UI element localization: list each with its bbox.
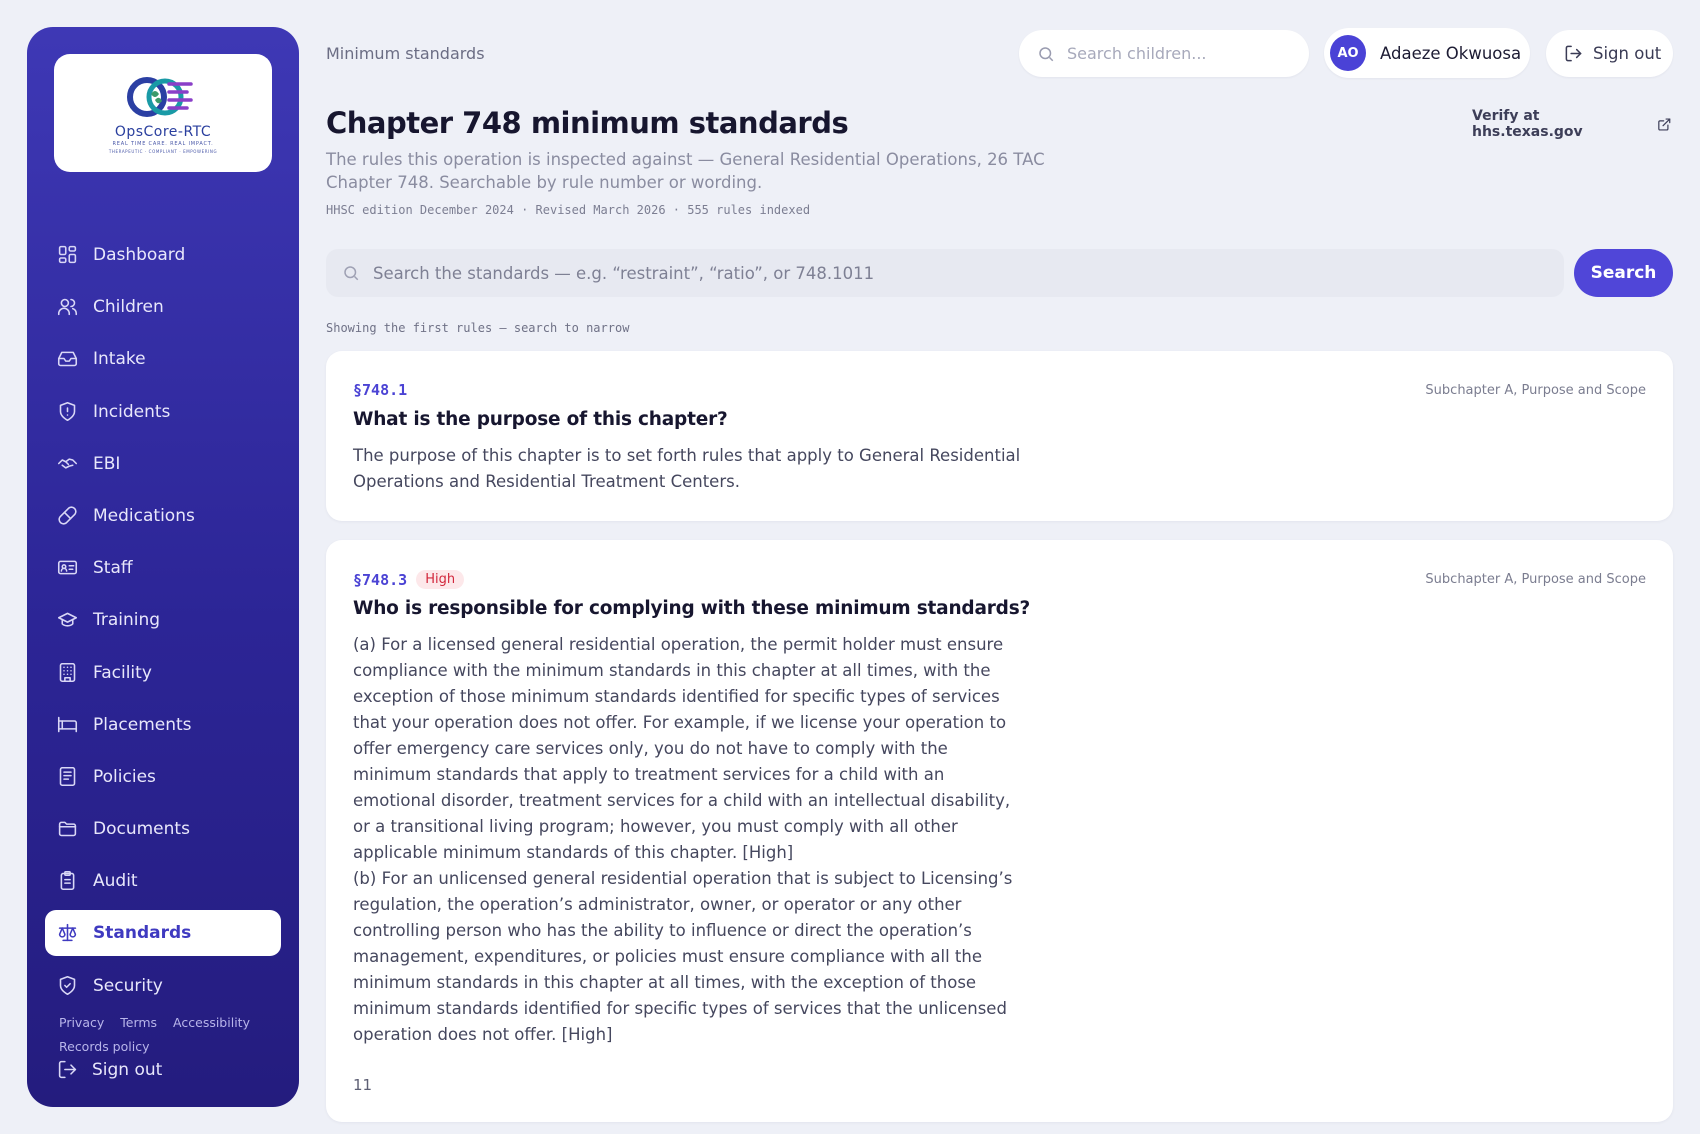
graduation-cap-icon bbox=[57, 609, 79, 631]
rule-number[interactable]: §748.3 bbox=[353, 571, 407, 589]
rule-body-part-a: (a) For a licensed general residential o… bbox=[353, 635, 1011, 862]
privacy-link[interactable]: Privacy bbox=[59, 1015, 104, 1030]
dashboard-icon bbox=[57, 244, 79, 266]
folder-icon bbox=[57, 818, 79, 840]
rule-subchapter: Subchapter A, Purpose and Scope bbox=[1425, 383, 1646, 398]
sidebar: OpsCore-RTC REAL TIME CARE. REAL IMPACT.… bbox=[27, 27, 299, 1107]
sidebar-item-label: Training bbox=[93, 610, 161, 631]
results-hint: Showing the first rules — search to narr… bbox=[326, 321, 630, 335]
rule-body: (a) For a licensed general residential o… bbox=[353, 632, 1013, 1048]
sidebar-item-label: Children bbox=[93, 297, 164, 318]
standards-search[interactable] bbox=[326, 249, 1564, 297]
verify-link-label: Verify at hhs.texas.gov bbox=[1472, 108, 1583, 140]
sidebar-item-facility[interactable]: Facility bbox=[45, 650, 281, 696]
rule-title: Who is responsible for complying with th… bbox=[353, 598, 1031, 619]
sidebar-item-label: EBI bbox=[93, 453, 121, 474]
users-icon bbox=[57, 296, 79, 318]
sidebar-item-dashboard[interactable]: Dashboard bbox=[45, 232, 281, 278]
sidebar-item-label: Incidents bbox=[93, 401, 171, 422]
handshake-icon bbox=[57, 453, 79, 475]
sidebar-item-label: Policies bbox=[93, 766, 156, 787]
sidebar-item-ebi[interactable]: EBI bbox=[45, 441, 281, 487]
clipboard-icon bbox=[57, 870, 79, 892]
avatar: AO bbox=[1330, 35, 1366, 71]
rule-body: The purpose of this chapter is to set fo… bbox=[353, 446, 1021, 491]
sidebar-item-children[interactable]: Children bbox=[45, 284, 281, 330]
sign-out-icon bbox=[1565, 45, 1582, 62]
search-button[interactable]: Search bbox=[1574, 249, 1673, 297]
search-icon bbox=[344, 266, 359, 281]
sidebar-nav: Dashboard Children Intake Incidents EBI … bbox=[45, 232, 281, 1015]
sidebar-item-staff[interactable]: Staff bbox=[45, 545, 281, 591]
sidebar-item-standards[interactable]: Standards bbox=[45, 910, 281, 957]
sidebar-item-audit[interactable]: Audit bbox=[45, 858, 281, 904]
sidebar-item-label: Medications bbox=[93, 505, 195, 526]
sidebar-item-placements[interactable]: Placements bbox=[45, 702, 281, 748]
sidebar-item-label: Facility bbox=[93, 662, 152, 683]
page-description: The rules this operation is inspected ag… bbox=[326, 150, 1045, 192]
sidebar-item-label: Staff bbox=[93, 558, 133, 579]
breadcrumb: Minimum standards bbox=[326, 44, 485, 63]
user-menu[interactable]: AO Adaeze Okwuosa bbox=[1324, 28, 1530, 78]
sidebar-item-training[interactable]: Training bbox=[45, 597, 281, 643]
rule-footnote: 11 bbox=[353, 1076, 373, 1094]
sidebar-item-label: Security bbox=[93, 975, 163, 996]
severity-badge: High bbox=[416, 570, 465, 589]
brand-subtagline: THERAPEUTIC · COMPLIANT · EMPOWERING bbox=[108, 149, 218, 154]
sign-out-icon bbox=[58, 1060, 77, 1079]
sidebar-item-label: Intake bbox=[93, 349, 146, 370]
sidebar-footer-links: Privacy Terms Accessibility Records poli… bbox=[59, 1011, 279, 1059]
rule-header: §748.3 High bbox=[353, 570, 465, 589]
bed-icon bbox=[57, 714, 79, 736]
rule-subchapter: Subchapter A, Purpose and Scope bbox=[1425, 572, 1646, 587]
inbox-icon bbox=[57, 348, 79, 370]
rule-card: §748.3 High Subchapter A, Purpose and Sc… bbox=[326, 540, 1673, 1122]
standards-search-input[interactable] bbox=[373, 263, 1523, 283]
page-title: Chapter 748 minimum standards bbox=[326, 106, 849, 140]
rule-number[interactable]: §748.1 bbox=[353, 381, 407, 399]
document-icon bbox=[57, 766, 79, 788]
sidebar-item-documents[interactable]: Documents bbox=[45, 806, 281, 852]
records-policy-link[interactable]: Records policy bbox=[59, 1039, 149, 1054]
sidebar-item-policies[interactable]: Policies bbox=[45, 754, 281, 800]
terms-link[interactable]: Terms bbox=[120, 1015, 157, 1030]
scale-icon bbox=[57, 922, 79, 944]
edition-meta: HHSC edition December 2024 · Revised Mar… bbox=[326, 203, 811, 217]
sidebar-item-label: Audit bbox=[93, 871, 138, 892]
search-icon bbox=[1039, 46, 1054, 61]
sidebar-signout-label: Sign out bbox=[92, 1059, 163, 1080]
sidebar-item-label: Placements bbox=[93, 714, 192, 735]
brand-logo[interactable]: OpsCore-RTC REAL TIME CARE. REAL IMPACT.… bbox=[54, 54, 272, 172]
brand-tagline: REAL TIME CARE. REAL IMPACT. bbox=[112, 141, 214, 147]
accessibility-link[interactable]: Accessibility bbox=[173, 1015, 250, 1030]
signout-button[interactable]: Sign out bbox=[1546, 30, 1673, 77]
rule-header: §748.1 bbox=[353, 381, 407, 399]
child-search[interactable] bbox=[1019, 30, 1309, 77]
rule-card: §748.1 Subchapter A, Purpose and Scope W… bbox=[326, 351, 1673, 521]
signout-label: Sign out bbox=[1593, 44, 1662, 63]
building-icon bbox=[57, 662, 79, 684]
sidebar-item-incidents[interactable]: Incidents bbox=[45, 389, 281, 435]
child-search-input[interactable] bbox=[1067, 44, 1297, 63]
sidebar-item-label: Dashboard bbox=[93, 245, 186, 265]
sidebar-item-medications[interactable]: Medications bbox=[45, 493, 281, 539]
user-name: Adaeze Okwuosa bbox=[1380, 43, 1522, 63]
sidebar-item-security[interactable]: Security bbox=[45, 963, 281, 1009]
shield-alert-icon bbox=[57, 401, 79, 423]
rule-body-part-b: (b) For an unlicensed general residentia… bbox=[353, 869, 1013, 1044]
sidebar-item-intake[interactable]: Intake bbox=[45, 336, 281, 382]
pill-icon bbox=[57, 505, 79, 527]
external-link-icon bbox=[1658, 117, 1671, 131]
sidebar-signout-button[interactable]: Sign out bbox=[57, 1059, 162, 1080]
shield-check-icon bbox=[57, 975, 79, 997]
id-card-icon bbox=[57, 557, 79, 579]
verify-link[interactable]: Verify at hhs.texas.gov bbox=[1472, 106, 1672, 142]
sidebar-item-label: Standards bbox=[93, 923, 192, 944]
logo-mark-icon bbox=[127, 77, 193, 117]
rule-title: What is the purpose of this chapter? bbox=[353, 409, 728, 430]
sidebar-item-label: Documents bbox=[93, 819, 190, 840]
brand-name: OpsCore-RTC bbox=[114, 124, 212, 140]
